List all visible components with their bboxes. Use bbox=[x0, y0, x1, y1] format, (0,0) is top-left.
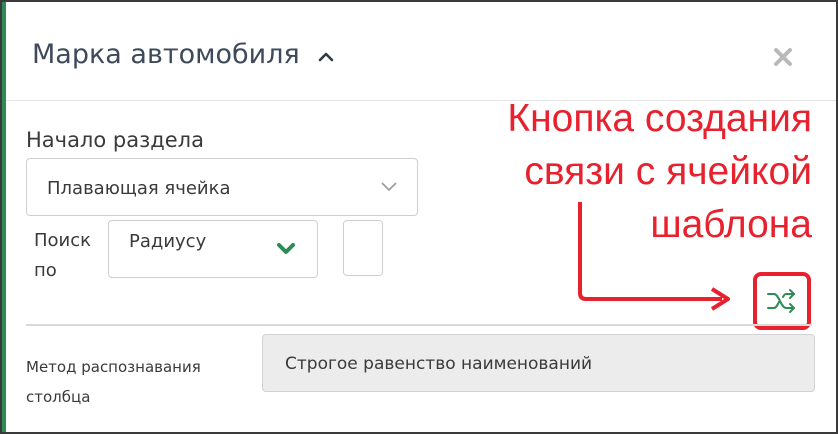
shuffle-icon bbox=[767, 289, 795, 313]
panel-header[interactable]: Марка автомобиля bbox=[32, 39, 334, 70]
recognition-method-value: Строгое равенство наименований bbox=[285, 354, 593, 374]
chevron-up-icon[interactable] bbox=[318, 49, 334, 65]
chevron-down-icon bbox=[277, 243, 295, 254]
link-template-cell-button[interactable] bbox=[753, 272, 811, 330]
search-by-value: Радиусу bbox=[129, 231, 207, 252]
annotation-arrow bbox=[578, 202, 730, 311]
section-start-label: Начало раздела bbox=[26, 128, 204, 152]
section-start-select[interactable]: Плавающая ячейка bbox=[26, 158, 418, 216]
search-by-select[interactable]: Радиусу bbox=[108, 220, 318, 278]
search-by-label: Поиск по bbox=[34, 230, 92, 281]
close-icon[interactable] bbox=[772, 46, 794, 68]
section-start-value: Плавающая ячейка bbox=[47, 178, 231, 199]
panel-frame: Марка автомобиля Начало раздела Плавающа… bbox=[0, 0, 838, 434]
annotation-line-2: связи с ячейкой bbox=[524, 150, 812, 193]
chevron-down-icon bbox=[381, 182, 397, 192]
annotation-line-1: Кнопка создания bbox=[507, 97, 812, 140]
panel-title: Марка автомобиля bbox=[32, 39, 300, 70]
section-divider bbox=[26, 324, 812, 326]
left-accent-bar bbox=[2, 2, 6, 432]
radius-value-input[interactable] bbox=[343, 220, 383, 276]
recognition-method-field[interactable]: Строгое равенство наименований bbox=[262, 334, 815, 392]
recognition-method-label: Метод распознавания столбца bbox=[26, 358, 201, 406]
